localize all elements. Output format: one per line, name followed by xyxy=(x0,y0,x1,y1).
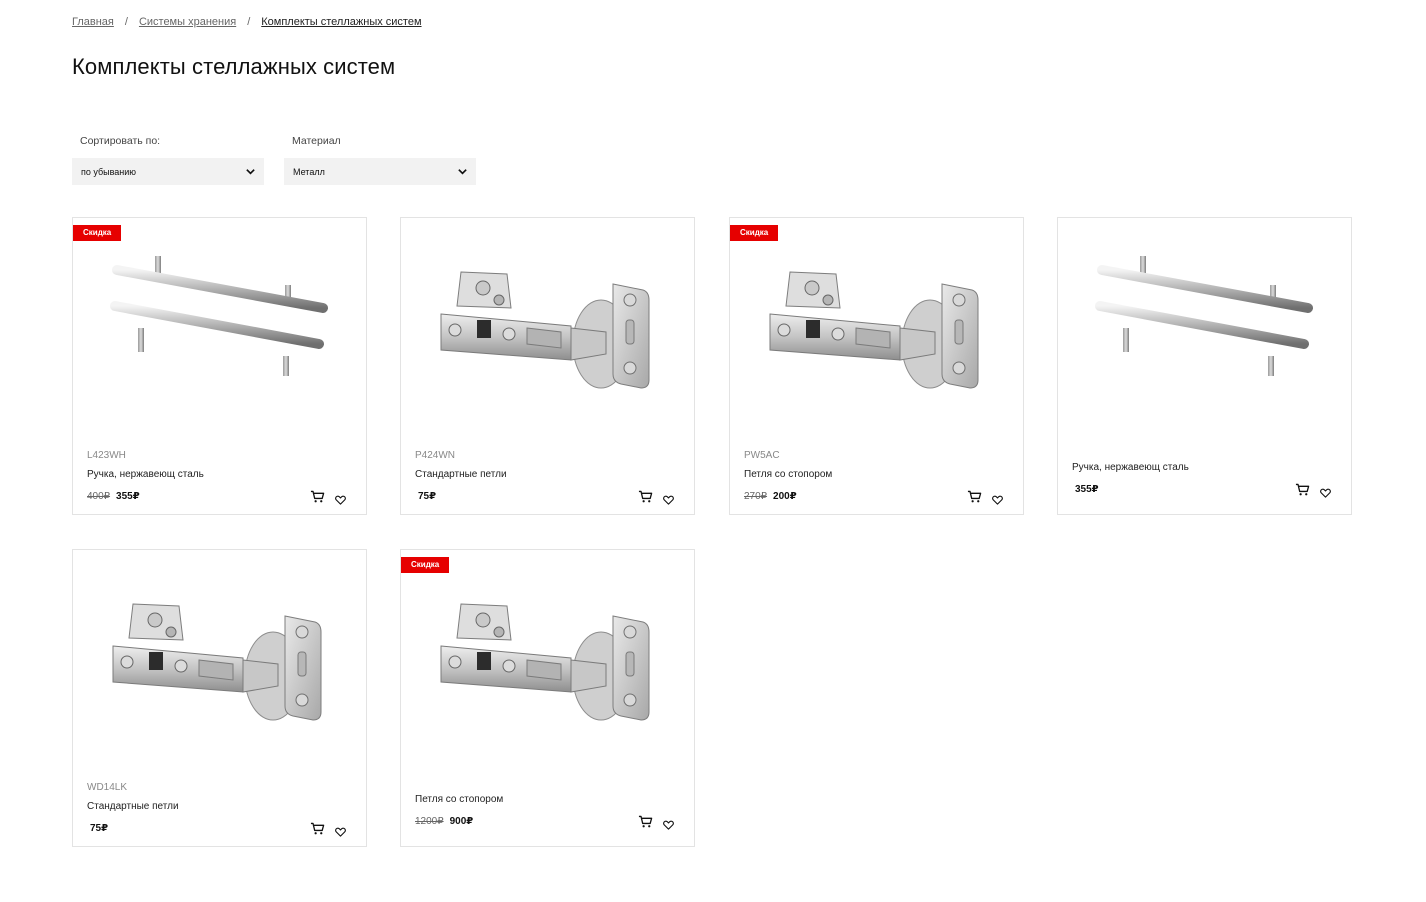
breadcrumb: Главная / Системы хранения / Комплекты с… xyxy=(72,16,422,28)
hinge-image xyxy=(769,271,979,389)
favorite-button[interactable] xyxy=(335,824,346,837)
current-price: 900₽ xyxy=(449,816,474,827)
product-card[interactable]: Ручка, нержавеющ сталь 355₽ xyxy=(1057,217,1352,515)
product-image[interactable] xyxy=(431,588,666,758)
product-name[interactable]: Стандартные петли xyxy=(415,469,507,480)
favorite-button[interactable] xyxy=(663,492,674,505)
old-price: 1200₽ xyxy=(415,816,444,827)
cart-icon[interactable] xyxy=(638,815,653,828)
handle-image xyxy=(1095,256,1313,376)
current-price: 75₽ xyxy=(90,823,109,834)
handle-image xyxy=(110,256,328,376)
heart-icon[interactable] xyxy=(663,495,674,505)
favorite-button[interactable] xyxy=(1320,485,1331,498)
breadcrumb-storage[interactable]: Системы хранения xyxy=(139,16,236,28)
product-card[interactable]: P424WN Стандартные петли 75₽ xyxy=(400,217,695,515)
add-to-cart-button[interactable] xyxy=(967,490,982,503)
product-image[interactable] xyxy=(1088,256,1323,426)
heart-icon[interactable] xyxy=(335,495,346,505)
product-prices: 400₽ 355₽ xyxy=(87,491,140,502)
cart-icon[interactable] xyxy=(1295,483,1310,496)
heart-icon[interactable] xyxy=(335,827,346,837)
product-image[interactable] xyxy=(431,256,666,426)
product-name[interactable]: Петля со стопором xyxy=(744,469,832,480)
cart-icon[interactable] xyxy=(310,490,325,503)
add-to-cart-button[interactable] xyxy=(1295,483,1310,496)
product-name[interactable]: Ручка, нержавеющ сталь xyxy=(87,469,204,480)
favorite-button[interactable] xyxy=(992,492,1003,505)
add-to-cart-button[interactable] xyxy=(310,490,325,503)
product-code: WD14LK xyxy=(87,782,128,793)
old-price: 270₽ xyxy=(744,491,768,502)
cart-icon[interactable] xyxy=(310,822,325,835)
product-image[interactable] xyxy=(103,256,338,426)
product-image[interactable] xyxy=(103,588,338,758)
heart-icon[interactable] xyxy=(1320,488,1331,498)
chevron-down-icon xyxy=(458,169,467,175)
chevron-down-icon xyxy=(246,169,255,175)
current-price: 355₽ xyxy=(1075,484,1099,495)
page-title: Комплекты стеллажных систем xyxy=(72,54,396,79)
sort-label: Сортировать по: xyxy=(80,135,161,147)
hinge-image xyxy=(112,603,322,721)
breadcrumb-separator: / xyxy=(124,16,128,28)
product-image[interactable] xyxy=(760,256,995,426)
product-name[interactable]: Стандартные петли xyxy=(87,801,179,812)
breadcrumb-current[interactable]: Комплекты стеллажных систем xyxy=(261,16,421,28)
add-to-cart-button[interactable] xyxy=(638,490,653,503)
sort-select[interactable]: по убыванию xyxy=(72,158,264,185)
breadcrumb-home[interactable]: Главная xyxy=(72,16,114,28)
old-price: 400₽ xyxy=(87,491,111,502)
current-price: 200₽ xyxy=(773,491,797,502)
breadcrumb-separator: / xyxy=(247,16,251,28)
add-to-cart-button[interactable] xyxy=(310,822,325,835)
product-card[interactable]: WD14LK Стандартные петли 75₽ xyxy=(72,549,367,847)
sort-select-value: по убыванию xyxy=(81,166,137,177)
hinge-image xyxy=(440,271,650,389)
favorite-button[interactable] xyxy=(663,817,674,830)
cart-icon[interactable] xyxy=(967,490,982,503)
product-code: L423WH xyxy=(87,450,126,461)
material-label: Материал xyxy=(292,135,341,147)
add-to-cart-button[interactable] xyxy=(638,815,653,828)
favorite-button[interactable] xyxy=(335,492,346,505)
hinge-image xyxy=(440,603,650,721)
cart-icon[interactable] xyxy=(638,490,653,503)
product-prices: 355₽ xyxy=(1072,484,1099,495)
product-prices: 270₽ 200₽ xyxy=(744,491,797,502)
heart-icon[interactable] xyxy=(663,820,674,830)
material-select[interactable]: Металл xyxy=(284,158,476,185)
product-name[interactable]: Петля со стопором xyxy=(415,794,503,805)
material-select-value: Металл xyxy=(293,166,325,177)
product-prices: 75₽ xyxy=(87,823,108,834)
product-card[interactable]: Скидка L423WH Ручка, нержавеющ сталь 400₽ 3… xyxy=(72,217,367,515)
product-code: P424WN xyxy=(415,450,456,461)
heart-icon[interactable] xyxy=(992,495,1003,505)
discount-badge: Скидка xyxy=(401,557,450,573)
product-card[interactable]: Скидка PW5AC Петля со стопором 270₽ 200₽ xyxy=(729,217,1024,515)
product-prices: 75₽ xyxy=(415,491,436,502)
product-name[interactable]: Ручка, нержавеющ сталь xyxy=(1072,462,1189,473)
product-code: PW5AC xyxy=(744,450,780,461)
product-card[interactable]: Скидка Петля со стопором 1200₽ 900₽ xyxy=(400,549,695,847)
discount-badge: Скидка xyxy=(730,225,779,241)
discount-badge: Скидка xyxy=(73,225,122,241)
current-price: 75₽ xyxy=(418,491,437,502)
current-price: 355₽ xyxy=(116,491,140,502)
product-prices: 1200₽ 900₽ xyxy=(415,816,473,827)
